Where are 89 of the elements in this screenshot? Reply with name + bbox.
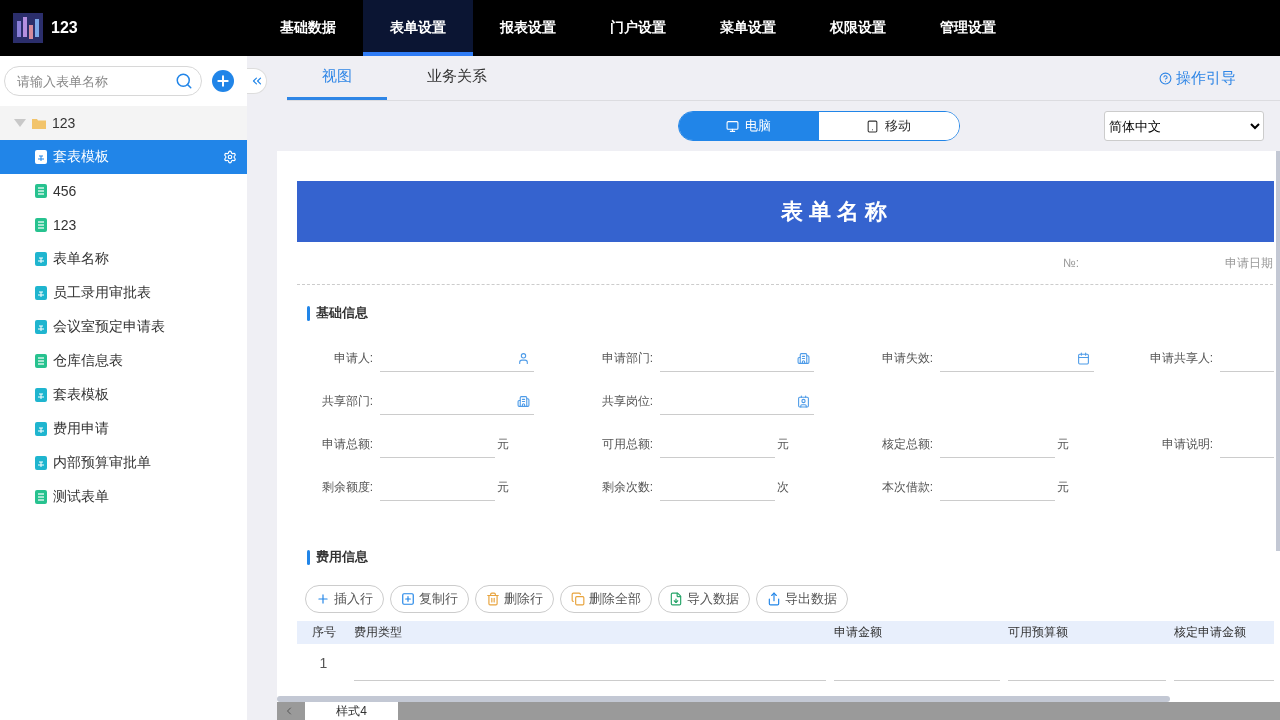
vertical-scrollbar[interactable] [1276, 151, 1280, 551]
field-label: 可用总额: [600, 436, 653, 453]
search-field[interactable]: 请输入表单名称 [4, 66, 202, 96]
trash-icon [486, 592, 500, 606]
field-label: 申请人: [332, 350, 373, 367]
plus-icon [215, 73, 231, 89]
field-label: 申请部门: [600, 350, 653, 367]
app-title: 123 [51, 19, 78, 37]
department-icon [517, 394, 530, 408]
form-document-icon [35, 150, 47, 164]
phone-icon [866, 119, 879, 133]
field-label: 申请失效: [880, 350, 933, 367]
column-header: 申请金额 [833, 624, 883, 641]
form-document-icon [35, 388, 47, 402]
form-title-banner: 表单名称 [297, 181, 1274, 242]
unit-label: 元 [777, 436, 789, 453]
toolbar-button[interactable]: 删除全部 [560, 585, 652, 613]
toolbar-button[interactable]: 删除行 [475, 585, 554, 613]
form-document-icon [35, 320, 47, 334]
logo [13, 13, 43, 43]
field-label: 申请总额: [320, 436, 373, 453]
form-document-icon [35, 422, 47, 436]
nav-tab[interactable]: 报表设置 [473, 0, 583, 56]
nav-tab[interactable]: 门户设置 [583, 0, 693, 56]
row-number: 1 [318, 654, 329, 671]
column-header: 可用预算额 [1007, 624, 1069, 641]
folder-icon [32, 117, 46, 129]
section-title: 基础信息 [316, 304, 368, 322]
toolbar-button[interactable]: 导入数据 [658, 585, 750, 613]
field-label: 本次借款: [880, 479, 933, 496]
field-label: 剩余次数: [600, 479, 653, 496]
device-toggle[interactable]: 移动 [818, 112, 959, 140]
field-label: 核定总额: [880, 436, 933, 453]
date-label: 申请日期 [1225, 254, 1273, 272]
tree-item[interactable]: 套表模板 [0, 140, 247, 174]
search-icon[interactable] [175, 72, 193, 90]
field-label: 共享部门: [320, 393, 373, 410]
plus-icon [316, 592, 330, 606]
unit-label: 元 [1057, 479, 1069, 496]
settings-icon[interactable] [223, 150, 237, 164]
number-label: №: [1063, 256, 1080, 270]
column-header: 序号 [310, 624, 337, 641]
field-label: 剩余额度: [320, 479, 373, 496]
form-document-icon [35, 286, 47, 300]
field-label: 共享岗位: [600, 393, 653, 410]
nav-tab[interactable]: 表单设置 [363, 0, 473, 56]
help-icon [1159, 71, 1172, 85]
nav-tab[interactable]: 管理设置 [913, 0, 1023, 56]
form-document-icon [35, 252, 47, 266]
section-marker [307, 305, 310, 321]
list-document-icon [35, 490, 47, 504]
unit-label: 次 [777, 479, 789, 496]
unit-label: 元 [497, 479, 509, 496]
contact-card-icon [797, 394, 810, 408]
stacked-pages-icon [571, 592, 585, 606]
nav-tab[interactable]: 菜单设置 [693, 0, 803, 56]
department-icon [797, 351, 810, 365]
toolbar-button[interactable]: 复制行 [390, 585, 469, 613]
sheet-tab[interactable]: 样式4 [305, 702, 398, 720]
add-button[interactable] [212, 70, 234, 92]
horizontal-scrollbar[interactable] [277, 696, 1170, 702]
import-icon [669, 592, 683, 606]
export-icon [767, 592, 781, 606]
calendar-icon [1077, 351, 1090, 365]
nav-tab[interactable]: 权限设置 [803, 0, 913, 56]
list-document-icon [35, 354, 47, 368]
device-toggle[interactable]: 电脑 [678, 112, 819, 140]
monitor-icon [726, 119, 739, 133]
form-document-icon [35, 456, 47, 470]
section-title: 费用信息 [316, 548, 368, 566]
tree-folder[interactable]: 123 [0, 106, 247, 140]
field-label: 申请共享人: [1148, 350, 1213, 367]
language-select[interactable]: 简体中文 [1104, 111, 1264, 141]
section-marker [307, 549, 310, 565]
unit-label: 元 [497, 436, 509, 453]
list-document-icon [35, 184, 47, 198]
list-document-icon [35, 218, 47, 232]
view-tab[interactable]: 业务关系 [407, 56, 507, 100]
toolbar-button[interactable]: 插入行 [305, 585, 384, 613]
collapse-button[interactable] [247, 68, 267, 94]
toolbar-button[interactable]: 导出数据 [756, 585, 848, 613]
person-icon [517, 351, 530, 365]
copy-row-icon [401, 592, 415, 606]
unit-label: 元 [1057, 436, 1069, 453]
folder-label: 123 [52, 115, 76, 131]
column-header: 核定申请金额 [1173, 624, 1247, 641]
field-label: 申请说明: [1160, 436, 1213, 453]
column-header: 费用类型 [353, 624, 403, 641]
nav-tab[interactable]: 基础数据 [253, 0, 363, 56]
